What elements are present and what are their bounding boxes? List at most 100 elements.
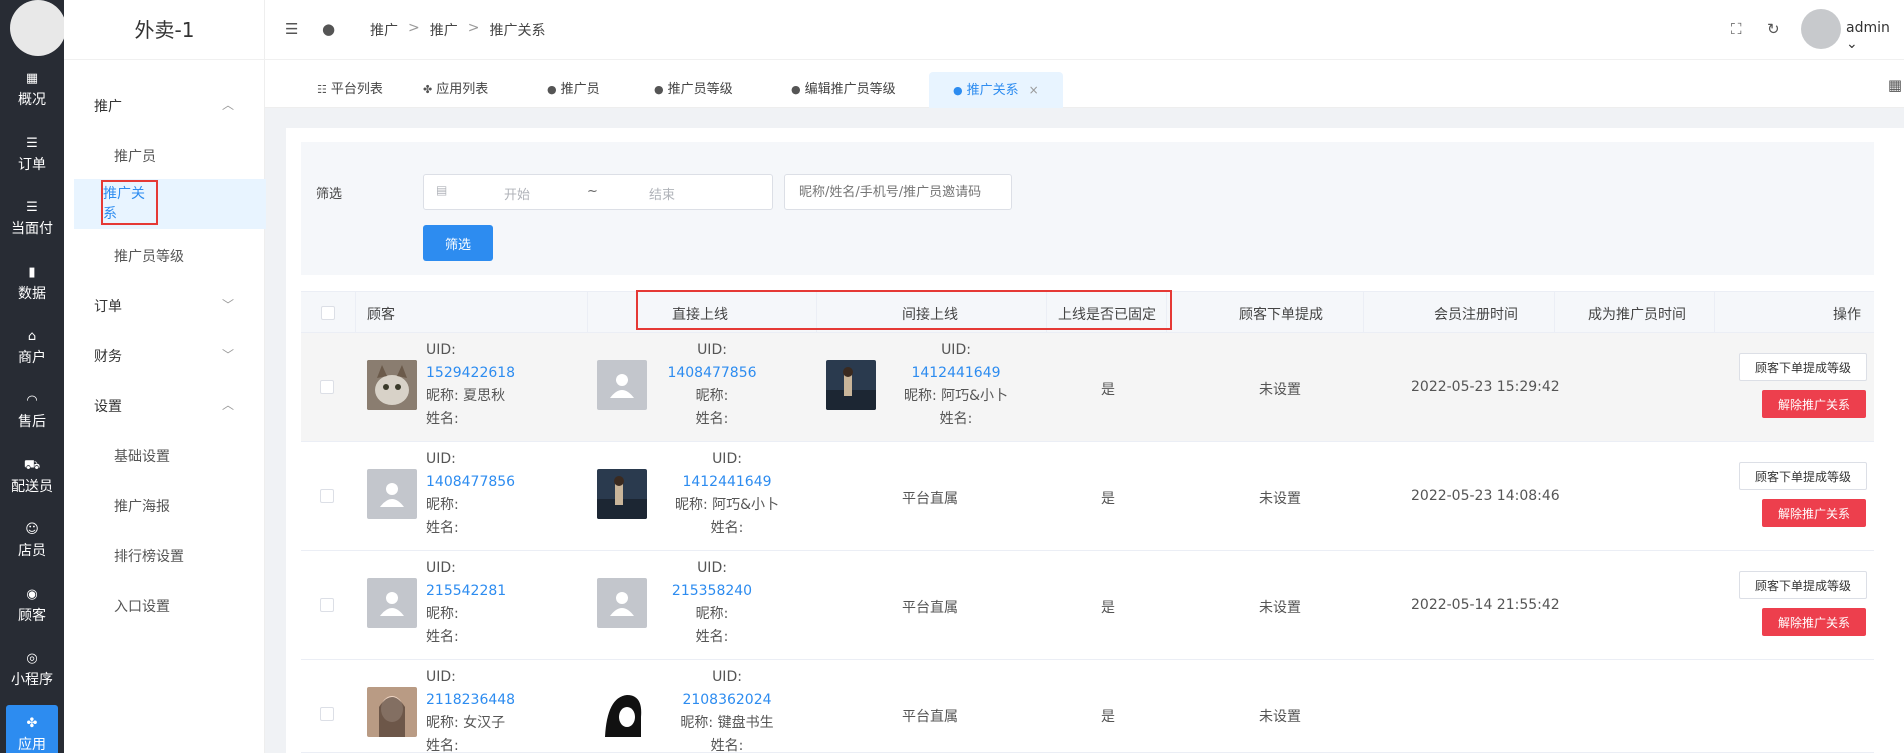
rail-item-staff[interactable]: ☺ 店员 bbox=[0, 513, 64, 569]
sidebar-item-relation[interactable]: 推广关系 bbox=[101, 180, 158, 225]
breadcrumb: 推广 > 推广 > 推广关系 bbox=[370, 20, 546, 39]
rail-item-data[interactable]: ▮ 数据 bbox=[0, 256, 64, 312]
direct-uid[interactable]: 1408477856 bbox=[657, 362, 767, 385]
table-row: UID: 1408477856 昵称: 姓名: UID: 1412441649 … bbox=[301, 442, 1874, 551]
rail-item-courier[interactable]: ⛟ 配送员 bbox=[0, 449, 64, 505]
sidebar-item-poster[interactable]: 推广海报 bbox=[114, 496, 170, 516]
indirect-avatar bbox=[826, 360, 876, 410]
row-checkbox[interactable] bbox=[320, 489, 334, 503]
drop-icon: ● bbox=[547, 83, 557, 96]
commission-level-button[interactable]: 顾客下单提成等级 bbox=[1739, 353, 1867, 381]
fixed-value: 是 bbox=[1101, 382, 1115, 398]
chevron-up-icon: ︿ bbox=[221, 398, 234, 412]
register-time: 2022-05-23 15:29:42 bbox=[1411, 379, 1560, 395]
default-avatar bbox=[367, 469, 417, 519]
user-avatar[interactable] bbox=[1801, 9, 1841, 49]
row-checkbox[interactable] bbox=[320, 707, 334, 721]
sidebar-item-rank[interactable]: 排行榜设置 bbox=[114, 546, 184, 566]
sidebar-item-level[interactable]: 推广员等级 bbox=[114, 246, 184, 266]
users-icon: ☺ bbox=[25, 521, 39, 537]
bar-chart-icon: ▮ bbox=[28, 264, 36, 280]
row-checkbox[interactable] bbox=[320, 380, 334, 394]
tab-platform-list[interactable]: ☷ 平台列表 bbox=[317, 72, 383, 108]
direct-uid[interactable]: 2108362024 bbox=[657, 689, 797, 712]
user-menu[interactable]: admin ⌄ bbox=[1846, 20, 1904, 52]
apps-icon: ✤ bbox=[26, 715, 38, 731]
chevron-down-icon: ﹀ bbox=[221, 348, 234, 362]
col-operations: 操作 bbox=[1833, 307, 1861, 323]
sidebar-group-promo[interactable]: 推广 ︿ bbox=[94, 96, 254, 116]
cat-photo-icon bbox=[367, 360, 417, 410]
direct-avatar bbox=[597, 469, 647, 519]
wechat-icon: ◎ bbox=[26, 650, 38, 666]
customer-uid[interactable]: 215542281 bbox=[426, 580, 506, 603]
customer-uid[interactable]: 2118236448 bbox=[426, 689, 515, 712]
sidebar-group-settings[interactable]: 设置 ︿ bbox=[94, 396, 254, 416]
grid-icon[interactable]: ▦ bbox=[1888, 76, 1902, 94]
rail-item-merchant[interactable]: ⌂ 商户 bbox=[0, 320, 64, 376]
drop-icon: ● bbox=[654, 83, 664, 96]
sidebar-item-promoter[interactable]: 推广员 bbox=[114, 146, 156, 166]
unbind-relation-button[interactable]: 解除推广关系 bbox=[1762, 390, 1866, 418]
fixed-value: 是 bbox=[1101, 709, 1115, 725]
delivery-icon: ⛟ bbox=[23, 457, 41, 473]
commission-level-button[interactable]: 顾客下单提成等级 bbox=[1739, 462, 1867, 490]
drop-icon: ● bbox=[953, 84, 963, 97]
secondary-sidebar: 外卖-1 推广 ︿ 推广员 推广员等级 订单 ﹀ 财务 ﹀ 设置 ︿ 基础设置 推广海报… bbox=[64, 0, 266, 753]
top-header: ☰ ● 推广 > 推广 > 推广关系 ⛶ ↻ admin ⌄ bbox=[265, 0, 1904, 60]
commission-level-button[interactable]: 顾客下单提成等级 bbox=[1739, 571, 1867, 599]
collapse-menu-icon[interactable]: ☰ bbox=[285, 20, 298, 38]
indirect-platform: 平台直属 bbox=[902, 491, 958, 507]
direct-uid[interactable]: 215358240 bbox=[657, 580, 767, 603]
tab-promoter-level[interactable]: ● 推广员等级 bbox=[654, 72, 733, 108]
indirect-uid[interactable]: 1412441649 bbox=[886, 362, 1026, 385]
customer-uid[interactable]: 1408477856 bbox=[426, 471, 515, 494]
tab-app-list[interactable]: ✤ 应用列表 bbox=[423, 72, 488, 108]
calendar-icon: ▤ bbox=[436, 183, 448, 197]
direct-avatar bbox=[597, 687, 647, 737]
rail-item-overview[interactable]: ▦ 概况 bbox=[0, 62, 64, 118]
select-all-checkbox[interactable] bbox=[321, 306, 335, 320]
tab-promo-relation[interactable]: ● 推广关系 × bbox=[929, 72, 1063, 108]
refresh-icon[interactable]: ↻ bbox=[1767, 20, 1780, 38]
sidebar-item-entry[interactable]: 入口设置 bbox=[114, 596, 170, 616]
date-range-picker[interactable]: ▤ 开始 ~ 结束 bbox=[423, 174, 773, 210]
direct-uid[interactable]: 1412441649 bbox=[657, 471, 797, 494]
default-avatar bbox=[367, 578, 417, 628]
rail-item-facepay[interactable]: ☰ 当面付 bbox=[0, 191, 64, 247]
fixed-value: 是 bbox=[1101, 600, 1115, 616]
rail-item-customer[interactable]: ◉ 顾客 bbox=[0, 578, 64, 634]
sidebar-item-basic[interactable]: 基础设置 bbox=[114, 446, 170, 466]
customer-uid[interactable]: 1529422618 bbox=[426, 362, 515, 385]
rail-item-aftersale[interactable]: ◠ 售后 bbox=[0, 384, 64, 440]
close-icon[interactable]: × bbox=[1029, 83, 1039, 97]
commission-value: 未设置 bbox=[1259, 709, 1301, 725]
dashboard-icon: ▦ bbox=[25, 70, 39, 86]
page-tabs: ☷ 平台列表 ✤ 应用列表 ● 推广员 ● 推广员等级 ● 编辑推广员等级 ● 推广关系 × … bbox=[265, 60, 1904, 108]
unbind-relation-button[interactable]: 解除推广关系 bbox=[1762, 608, 1866, 636]
sidebar-group-finance[interactable]: 财务 ﹀ bbox=[94, 346, 254, 366]
tab-edit-promoter-level[interactable]: ● 编辑推广员等级 bbox=[791, 72, 896, 108]
unbind-relation-button[interactable]: 解除推广关系 bbox=[1762, 499, 1866, 527]
sidebar-group-order[interactable]: 订单 ﹀ bbox=[94, 296, 254, 316]
col-register-time: 会员注册时间 bbox=[1434, 307, 1518, 323]
filter-label: 筛选 bbox=[316, 187, 343, 202]
tab-promoter[interactable]: ● 推广员 bbox=[547, 72, 600, 108]
rail-item-apps[interactable]: ✤ 应用 bbox=[6, 705, 58, 753]
filter-button[interactable]: 筛选 bbox=[423, 225, 493, 261]
keyword-search-input[interactable] bbox=[784, 174, 1012, 210]
list-icon: ☰ bbox=[26, 135, 38, 151]
portrait-photo-icon bbox=[367, 687, 417, 737]
drop-icon: ● bbox=[322, 20, 336, 38]
indirect-platform: 平台直属 bbox=[902, 709, 958, 725]
col-customer: 顾客 bbox=[367, 307, 395, 323]
user-silhouette-icon bbox=[610, 374, 634, 398]
list-icon: ☰ bbox=[26, 199, 38, 215]
rail-item-miniprogram[interactable]: ◎ 小程序 bbox=[0, 642, 64, 698]
user-silhouette-icon bbox=[380, 483, 404, 507]
rail-item-orders[interactable]: ☰ 订单 bbox=[0, 127, 64, 183]
fullscreen-icon[interactable]: ⛶ bbox=[1731, 20, 1742, 38]
row-checkbox[interactable] bbox=[320, 598, 334, 612]
sketch-photo-icon bbox=[597, 687, 647, 737]
list-icon: ☷ bbox=[317, 83, 327, 96]
